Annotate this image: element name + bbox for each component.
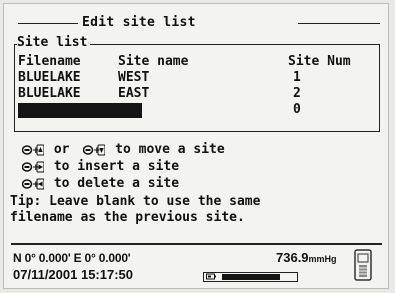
gps-coordinates: N 0° 0.000' E 0° 0.000' — [13, 251, 131, 265]
tip-line-1: Tip: Leave blank to use the same — [10, 194, 261, 209]
key-help: + or + to move a site + to insert a site… — [22, 142, 225, 193]
row-filename[interactable]: BLUELAKE — [18, 86, 81, 101]
site-list-box: Site list Filename Site name Site Num BL… — [14, 35, 380, 132]
battery-gauge — [203, 272, 298, 282]
screen-header: Edit site list — [18, 13, 380, 35]
power-plus-right-icon: + — [22, 161, 44, 173]
column-header-site-name: Site name — [118, 54, 189, 69]
row-site-num[interactable]: 2 — [293, 86, 301, 101]
filename-input-selected[interactable] — [18, 103, 142, 118]
help-move: + or + to move a site — [22, 142, 225, 159]
row-site-num[interactable]: 0 — [293, 102, 301, 117]
pressure-value: 736.9 — [276, 250, 309, 265]
status-bar: N 0° 0.000' E 0° 0.000' 07/11/2001 15:17… — [11, 243, 382, 287]
header-rule-right — [298, 23, 380, 24]
help-or-label: or — [53, 142, 70, 157]
tip-text: Tip: Leave blank to use the same filenam… — [10, 194, 260, 226]
power-plus-left-icon: + — [22, 178, 44, 190]
table-row[interactable]: BLUELAKE EAST 2 — [18, 86, 374, 102]
page-title: Edit site list — [82, 15, 196, 30]
date-time: 07/11/2001 15:17:50 — [13, 267, 133, 282]
site-table: Filename Site name Site Num BLUELAKE WES… — [18, 54, 374, 118]
help-delete: + to delete a site — [22, 176, 225, 193]
help-insert: + to insert a site — [22, 159, 225, 176]
battery-level-fill — [222, 274, 280, 280]
header-rule-left — [18, 23, 78, 24]
device-icon — [354, 249, 372, 281]
help-delete-text: to delete a site — [53, 176, 180, 191]
help-move-text: to move a site — [115, 142, 225, 157]
power-plus-down-icon: + — [83, 144, 106, 156]
tip-line-2: filename as the previous site. — [10, 210, 245, 225]
row-filename[interactable]: BLUELAKE — [18, 70, 81, 85]
row-site-name[interactable]: EAST — [118, 86, 149, 101]
row-site-num[interactable]: 1 — [293, 70, 301, 85]
help-insert-text: to insert a site — [53, 159, 180, 174]
device-screen: Edit site list Site list Filename Site n… — [3, 3, 389, 289]
table-row-new[interactable]: 0 — [18, 102, 374, 118]
table-row[interactable]: BLUELAKE WEST 1 — [18, 70, 374, 86]
power-plus-up-icon: + — [22, 144, 44, 156]
table-header-row: Filename Site name Site Num — [18, 54, 374, 70]
barometric-pressure: 736.9mmHg — [276, 250, 337, 265]
row-site-name[interactable]: WEST — [118, 70, 149, 85]
site-list-legend: Site list — [17, 35, 91, 50]
pressure-unit: mmHg — [308, 254, 337, 264]
column-header-site-num: Site Num — [288, 54, 351, 69]
column-header-filename: Filename — [18, 54, 81, 69]
battery-icon — [206, 273, 216, 282]
